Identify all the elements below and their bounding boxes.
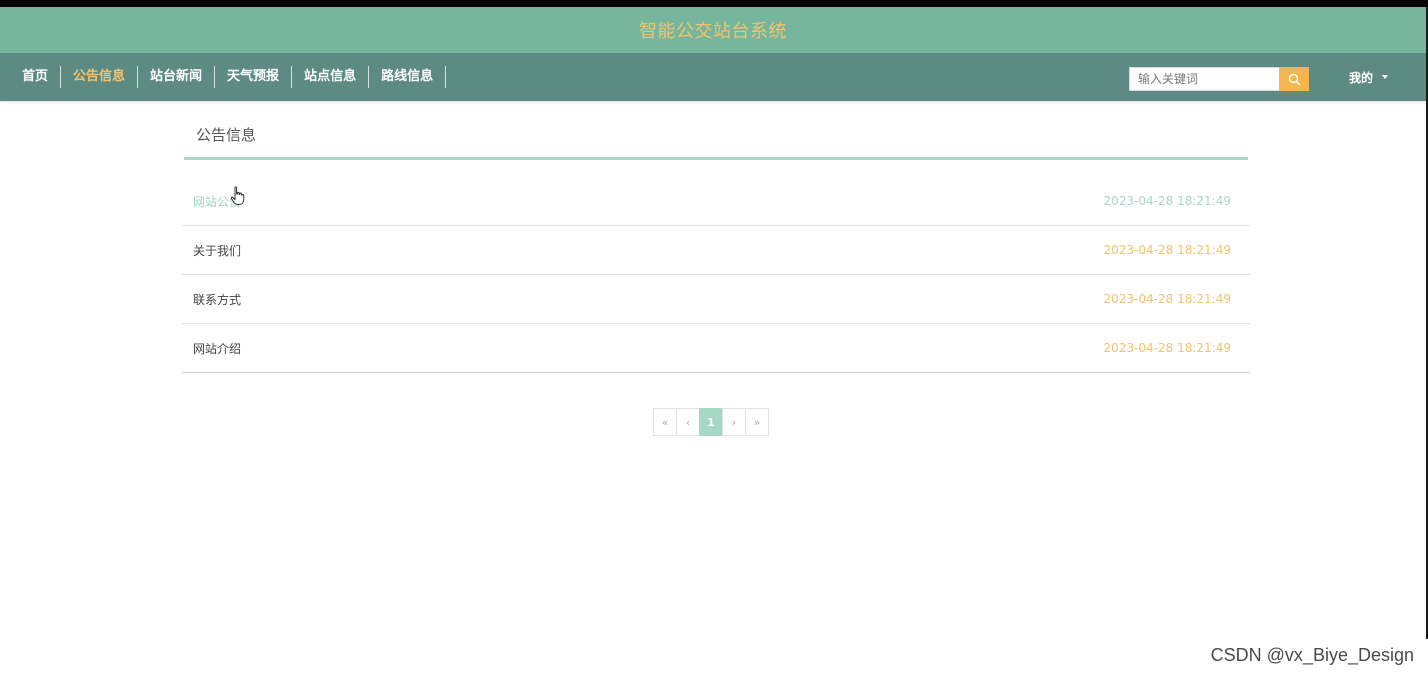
notice-list: 网站公告 2023-04-28 18:21:49 关于我们 2023-04-28… [182, 177, 1250, 373]
notice-row[interactable]: 网站公告 2023-04-28 18:21:49 [182, 177, 1250, 226]
nav-list: 首页 公告信息 站台新闻 天气预报 站点信息 路线信息 [10, 53, 447, 101]
notice-row[interactable]: 关于我们 2023-04-28 18:21:49 [182, 226, 1250, 275]
prev-page-button[interactable]: ‹ [676, 408, 700, 436]
notice-title[interactable]: 联系方式 [193, 291, 241, 308]
current-page-button[interactable]: 1 [699, 408, 723, 436]
pagination: « ‹ 1 › » [653, 408, 769, 436]
notice-title[interactable]: 关于我们 [193, 242, 241, 259]
window-top-edge [0, 0, 1428, 7]
search-icon [1288, 73, 1301, 86]
nav-item-home[interactable]: 首页 [10, 66, 62, 88]
notice-date: 2023-04-28 18:21:49 [1103, 194, 1231, 208]
search-button[interactable] [1279, 67, 1309, 91]
search-box [1129, 67, 1309, 91]
notice-date: 2023-04-28 18:21:49 [1103, 341, 1231, 355]
nav-item-weather[interactable]: 天气预报 [215, 66, 293, 88]
section-title: 公告信息 [196, 126, 257, 144]
hand-cursor-icon [230, 186, 245, 205]
title-bar: 智能公交站台系统 [0, 7, 1426, 53]
next-page-button[interactable]: › [722, 408, 746, 436]
nav-item-routes[interactable]: 路线信息 [369, 66, 447, 88]
nav-item-stations[interactable]: 站点信息 [292, 66, 370, 88]
first-page-button[interactable]: « [653, 408, 677, 436]
nav-item-notices[interactable]: 公告信息 [61, 66, 139, 88]
search-input[interactable] [1129, 67, 1279, 91]
user-menu-label: 我的 [1349, 70, 1374, 85]
user-menu[interactable]: 我的 [1349, 53, 1389, 101]
main-nav: 首页 公告信息 站台新闻 天气预报 站点信息 路线信息 我的 [0, 53, 1426, 101]
last-page-button[interactable]: » [745, 408, 769, 436]
notice-row[interactable]: 联系方式 2023-04-28 18:21:49 [182, 275, 1250, 324]
section-title-underline [184, 157, 1248, 160]
nav-item-station-news[interactable]: 站台新闻 [138, 66, 216, 88]
watermark: CSDN @vx_Biye_Design [1210, 645, 1414, 665]
notice-date: 2023-04-28 18:21:49 [1103, 292, 1231, 306]
caret-down-icon [1382, 75, 1389, 79]
notice-date: 2023-04-28 18:21:49 [1103, 243, 1231, 257]
notice-row[interactable]: 网站介绍 2023-04-28 18:21:49 [182, 324, 1250, 373]
notice-title[interactable]: 网站介绍 [193, 340, 241, 357]
site-title: 智能公交站台系统 [639, 21, 787, 42]
